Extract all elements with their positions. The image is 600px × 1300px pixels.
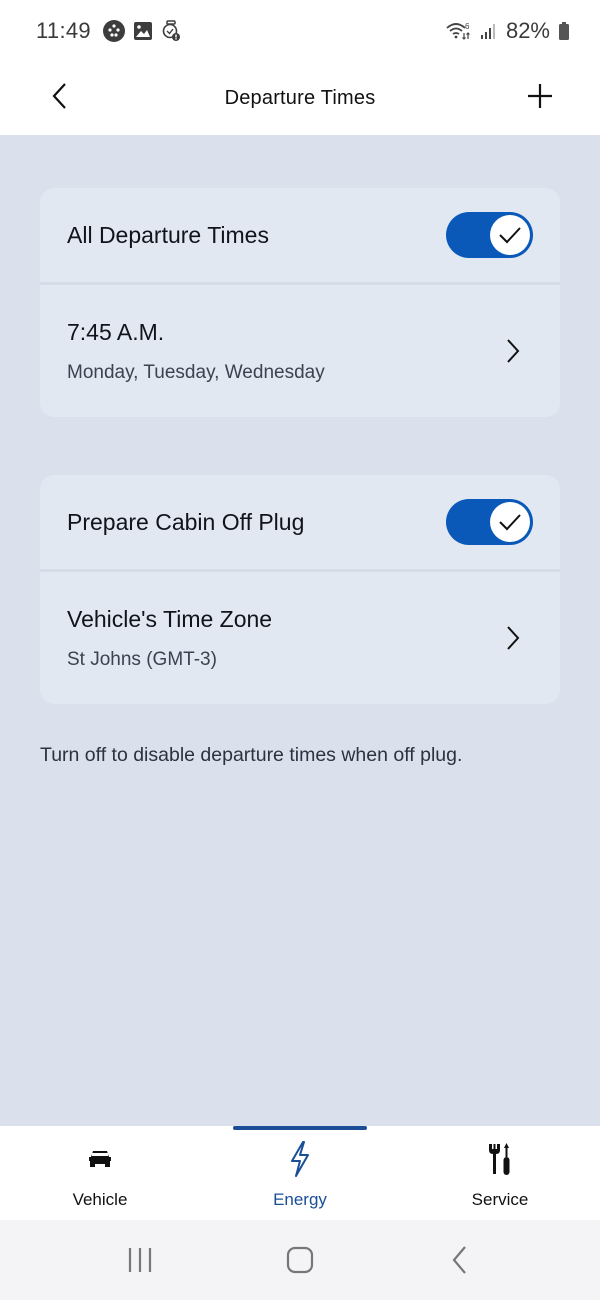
prepare-cabin-toggle[interactable] [446,499,533,545]
back-button[interactable] [44,80,76,112]
page-title: Departure Times [224,87,376,109]
nav-label-energy: Energy [273,1190,327,1209]
wifi-6-icon: 6 [446,21,472,41]
checkmark-icon [499,514,521,531]
nav-label-vehicle: Vehicle [72,1190,128,1209]
system-back-button[interactable] [430,1235,490,1285]
bottom-nav: Vehicle Energy Service [0,1126,600,1220]
toggle-knob [490,502,530,542]
recents-icon [128,1248,152,1272]
checkmark-icon [499,227,521,244]
svg-text:6: 6 [465,22,470,31]
cabin-settings-card: Prepare Cabin Off Plug Vehicle's Time Zo… [40,475,560,704]
prepare-cabin-row: Prepare Cabin Off Plug [40,475,560,569]
plus-icon [528,84,552,108]
time-zone-value: St Johns (GMT-3) [67,648,217,670]
app-dots-icon [102,20,125,42]
watch-alarm-icon [161,20,181,42]
gallery-icon [133,21,153,41]
recents-button[interactable] [110,1235,170,1285]
time-zone-text: Vehicle's Time Zone St Johns (GMT-3) [67,606,272,671]
nav-item-energy[interactable]: Energy [200,1126,400,1220]
status-bar: 11:49 6 82% [0,0,600,62]
back-icon [452,1246,466,1274]
departure-time-text: 7:45 A.M. Monday, Tuesday, Wednesday [67,319,325,384]
departure-time-item[interactable]: 7:45 A.M. Monday, Tuesday, Wednesday [40,285,560,417]
departure-days: Monday, Tuesday, Wednesday [67,361,325,383]
chevron-left-icon [52,83,66,109]
app-header: Departure Times [0,62,600,135]
home-icon [286,1246,314,1274]
tools-icon [487,1142,513,1176]
time-zone-item[interactable]: Vehicle's Time Zone St Johns (GMT-3) [40,572,560,704]
signal-icon [480,22,498,40]
home-button[interactable] [270,1235,330,1285]
system-nav-bar [0,1220,600,1300]
nav-label-service: Service [471,1190,529,1209]
time-zone-title: Vehicle's Time Zone [67,605,273,632]
active-tab-indicator [233,1126,367,1130]
chevron-right-icon [501,336,525,366]
status-time: 11:49 [36,18,91,43]
helper-text: Turn off to disable departure times when… [40,744,463,766]
chevron-right-icon [501,623,525,653]
prepare-cabin-label: Prepare Cabin Off Plug [67,508,305,535]
status-left: 11:49 [36,18,181,44]
nav-item-vehicle[interactable]: Vehicle [0,1126,200,1220]
nav-item-service[interactable]: Service [400,1126,600,1220]
departure-time-value: 7:45 A.M. [67,318,165,345]
car-icon [88,1142,112,1176]
all-departure-times-row: All Departure Times [40,188,560,282]
all-departure-times-label: All Departure Times [67,221,269,248]
battery-percent: 82% [505,18,550,43]
toggle-knob [490,215,530,255]
battery-icon [558,21,570,41]
add-departure-button[interactable] [524,80,556,112]
departure-times-card: All Departure Times 7:45 A.M. Monday, Tu… [40,188,560,417]
lightning-icon [289,1141,311,1177]
all-departure-times-toggle[interactable] [446,212,533,258]
status-right: 6 82% [446,18,570,44]
